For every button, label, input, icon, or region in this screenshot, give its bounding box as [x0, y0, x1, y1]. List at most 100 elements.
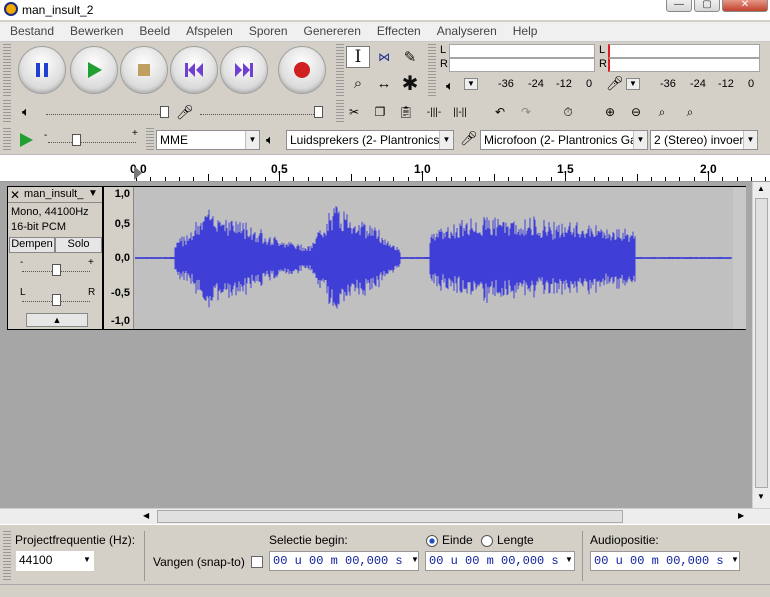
fit-selection-button[interactable]: ⌕ — [650, 100, 674, 124]
mixer-grip[interactable] — [3, 100, 11, 124]
record-button[interactable] — [278, 46, 326, 94]
scroll-left-icon[interactable]: ◀ — [143, 511, 149, 520]
selection-tool[interactable]: I — [346, 46, 370, 68]
channels-select[interactable]: 2 (Stereo) invoerk ▼ — [650, 130, 758, 150]
input-device-select[interactable]: Microfoon (2- Plantronics Game ▼ — [480, 130, 648, 150]
paste-button[interactable]: 📋︎ — [394, 100, 418, 124]
selection-end-time[interactable]: 00 u 00 m 00,000 s — [425, 551, 575, 571]
scroll-down-icon[interactable]: ▼ — [757, 492, 765, 501]
menu-afspelen[interactable]: Afspelen — [177, 22, 240, 38]
play-at-speed-icon[interactable] — [18, 132, 34, 148]
menu-genereren[interactable]: Genereren — [295, 22, 368, 38]
undo-button[interactable]: ↶ — [488, 100, 512, 124]
menu-sporen[interactable]: Sporen — [240, 22, 295, 38]
skip-to-start-button[interactable] — [170, 46, 218, 94]
window-title: man_insult_2 — [22, 3, 94, 17]
waveform[interactable] — [135, 187, 746, 329]
chevron-down-icon[interactable]: ▼ — [411, 555, 419, 564]
minimize-button[interactable]: — — [666, 0, 692, 12]
trim-button[interactable]: -|||- — [422, 100, 446, 124]
chevron-down-icon: ▼ — [439, 131, 453, 149]
zoom-out-button[interactable]: ⊖ — [624, 100, 648, 124]
scroll-up-icon[interactable]: ▲ — [757, 184, 765, 193]
menu-beeld[interactable]: Beeld — [130, 22, 177, 38]
menu-help[interactable]: Help — [504, 22, 545, 38]
track-name-menu[interactable]: man_insult_ — [24, 188, 83, 200]
maximize-button[interactable]: ▢ — [694, 0, 720, 12]
audio-position-time[interactable]: 00 u 00 m 00,000 s — [590, 551, 740, 571]
menu-effecten[interactable]: Effecten — [368, 22, 428, 38]
meter-grip[interactable] — [428, 44, 436, 96]
output-device-select[interactable]: Luidsprekers (2- Plantronics Ga ▼ — [286, 130, 454, 150]
ruler-tick — [307, 177, 309, 181]
close-track-icon[interactable]: ✕ — [10, 188, 20, 202]
pan-thumb[interactable] — [52, 294, 61, 306]
track-header: ✕ man_insult_ ▼ — [8, 187, 102, 203]
mute-button[interactable]: Dempen — [9, 237, 55, 253]
stop-button[interactable] — [120, 46, 168, 94]
stop-icon — [138, 64, 150, 76]
pause-button[interactable] — [18, 46, 66, 94]
silence-button[interactable]: ||-|| — [448, 100, 472, 124]
speed-grip[interactable] — [3, 128, 11, 152]
host-select[interactable]: MME ▼ — [156, 130, 260, 150]
output-volume-slider[interactable] — [46, 114, 166, 115]
toolbar-grip[interactable] — [3, 44, 11, 96]
vertical-scroll-thumb[interactable] — [755, 198, 768, 488]
i-beam-icon: I — [354, 47, 362, 67]
selection-begin-label: Selectie begin: — [269, 533, 348, 547]
record-meter-menu-button[interactable]: ▼ — [626, 78, 640, 90]
ruler-tick — [536, 177, 538, 181]
gain-thumb[interactable] — [52, 264, 61, 276]
device-grip[interactable] — [146, 128, 154, 152]
skip-to-end-button[interactable] — [220, 46, 268, 94]
menu-bewerken[interactable]: Bewerken — [61, 22, 130, 38]
ruler-tick — [722, 177, 724, 181]
playback-meter-menu-button[interactable]: ▼ — [464, 78, 478, 90]
envelope-tool[interactable]: ⋈ — [372, 46, 396, 68]
timeline-ruler[interactable]: 0,0 0,5 1,0 1,5 2,0 — [0, 154, 770, 182]
sync-lock-button[interactable]: ⏱︎ — [556, 100, 580, 124]
zoom-in-button[interactable]: ⊕ — [598, 100, 622, 124]
selection-grip[interactable] — [3, 531, 11, 581]
close-button[interactable]: ✕ — [722, 0, 768, 12]
input-volume-thumb[interactable] — [314, 106, 323, 118]
copy-button[interactable]: ❐ — [368, 100, 392, 124]
menu-bestand[interactable]: Bestand — [0, 22, 61, 38]
length-radio[interactable] — [481, 535, 493, 547]
record-scale-tick: -12 — [718, 78, 734, 90]
snap-to-checkbox[interactable] — [251, 556, 263, 568]
play-speed-thumb[interactable] — [72, 134, 81, 146]
collapse-track-button[interactable]: ▲ — [26, 313, 88, 327]
waveform-samples — [135, 206, 732, 309]
time-shift-tool[interactable]: ↔ — [372, 72, 396, 94]
zoom-tool[interactable]: ⌕ — [346, 72, 370, 94]
selection-begin-time[interactable]: 00 u 00 m 00,000 s — [269, 551, 419, 571]
draw-tool[interactable]: ✎ — [398, 46, 422, 68]
input-volume-slider[interactable] — [200, 114, 320, 115]
solo-button[interactable]: Solo — [55, 237, 102, 253]
ruler-tick — [350, 174, 352, 181]
chevron-down-icon[interactable]: ▼ — [731, 555, 739, 564]
multi-tool[interactable]: ✱ — [398, 72, 422, 95]
fit-project-button[interactable]: ⌕ — [678, 100, 702, 124]
ruler-tick — [636, 174, 638, 181]
horizontal-scrollbar[interactable]: ◀ ▶ — [0, 508, 770, 524]
pause-icon — [36, 63, 48, 77]
play-button[interactable] — [70, 46, 118, 94]
end-radio[interactable] — [426, 535, 438, 547]
menu-analyseren[interactable]: Analyseren — [428, 22, 504, 38]
chevron-down-icon[interactable]: ▼ — [565, 555, 573, 564]
vertical-scrollbar[interactable]: ▲ ▼ — [752, 182, 770, 508]
output-volume-thumb[interactable] — [160, 106, 169, 118]
triangle-up-icon: ▲ — [52, 315, 62, 325]
project-rate-select[interactable]: 44100 ▼ — [16, 551, 94, 571]
horizontal-scroll-thumb[interactable] — [157, 510, 623, 523]
scroll-right-icon[interactable]: ▶ — [738, 511, 744, 520]
chevron-down-icon[interactable]: ▼ — [88, 188, 98, 199]
cut-button[interactable]: ✂ — [342, 100, 366, 124]
redo-button[interactable]: ↷ — [514, 100, 538, 124]
status-bar — [0, 584, 770, 597]
play-speed-slider[interactable] — [48, 142, 136, 143]
tools-grip[interactable] — [336, 44, 344, 96]
